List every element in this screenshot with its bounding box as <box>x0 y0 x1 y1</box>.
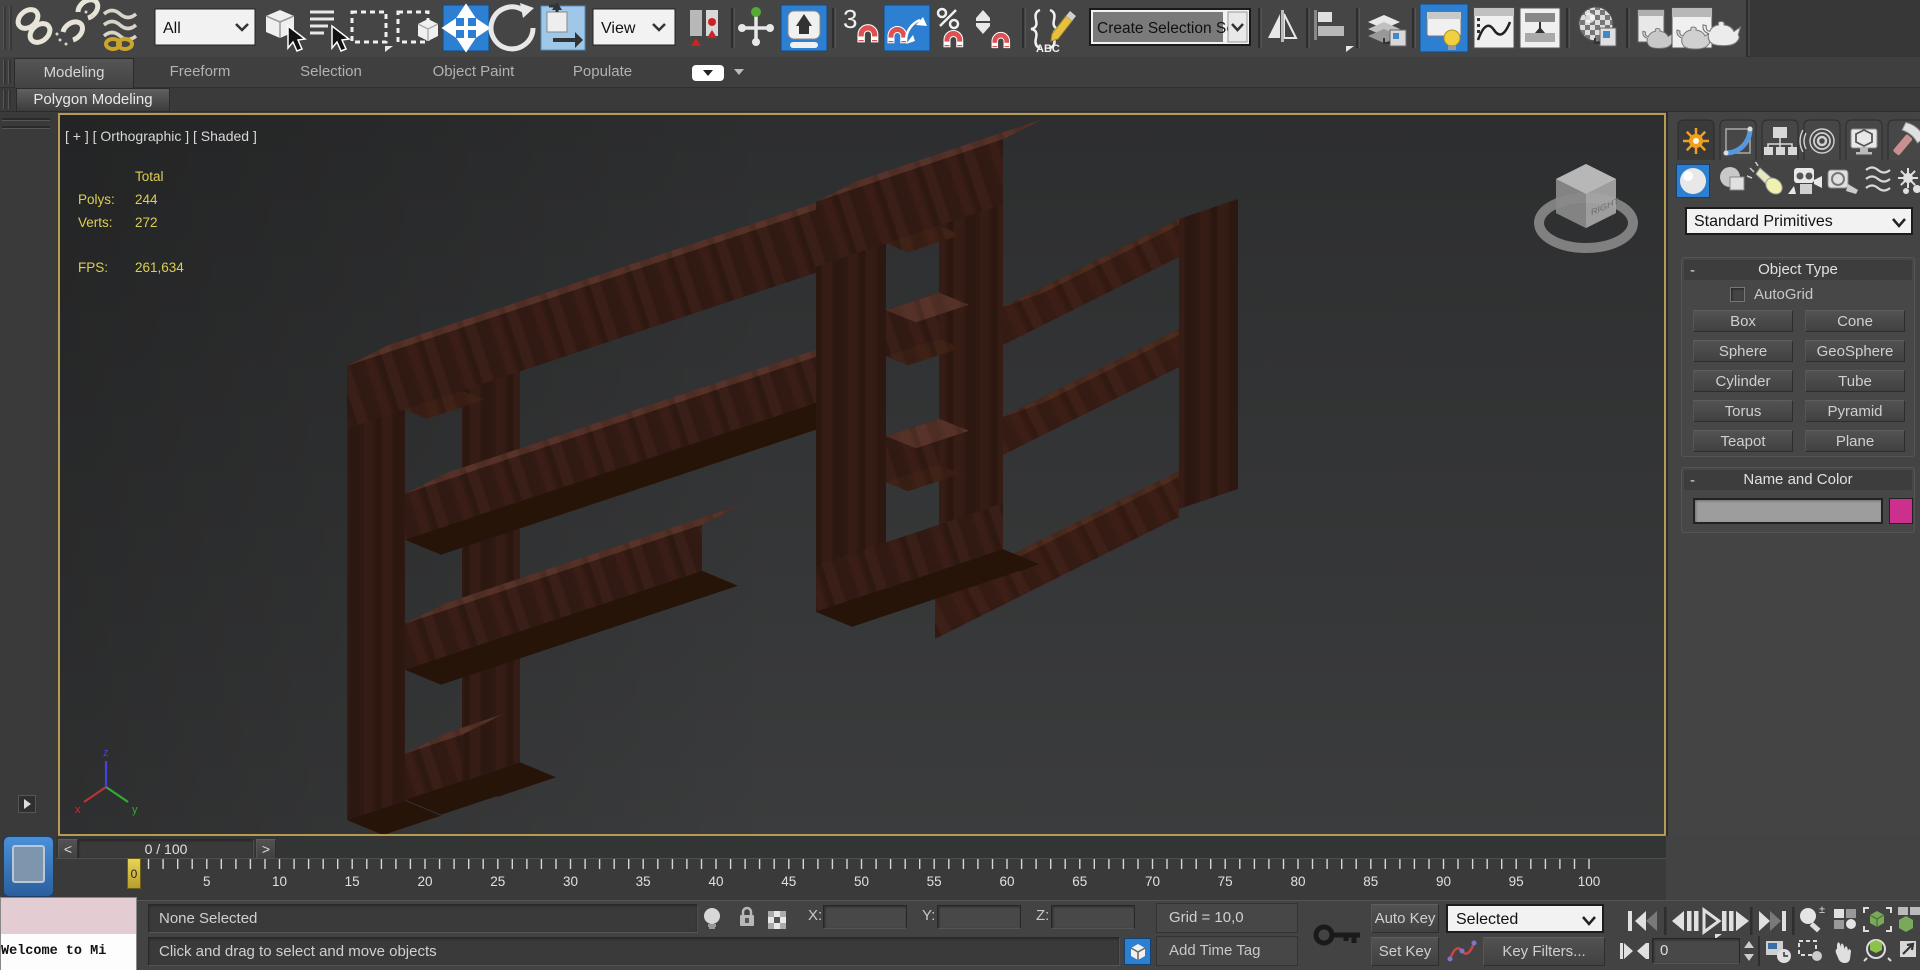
svg-text:244: 244 <box>135 192 158 207</box>
svg-text:35: 35 <box>636 874 651 889</box>
svg-text:15: 15 <box>345 874 360 889</box>
svg-text:60: 60 <box>999 874 1014 889</box>
svg-text:30: 30 <box>563 874 578 889</box>
svg-text:FPS:: FPS: <box>78 260 108 275</box>
svg-text:10: 10 <box>272 874 287 889</box>
svg-text:ABC: ABC <box>1036 43 1060 55</box>
svg-text:80: 80 <box>1290 874 1305 889</box>
svg-text:272: 272 <box>135 215 158 230</box>
svg-text:90: 90 <box>1436 874 1451 889</box>
svg-text:65: 65 <box>1072 874 1087 889</box>
svg-text:y: y <box>132 804 138 816</box>
svg-text:x: x <box>75 804 81 816</box>
svg-text:View: View <box>601 20 636 37</box>
svg-text:25: 25 <box>490 874 505 889</box>
svg-text:Create Selection Se: Create Selection Se <box>1097 20 1235 37</box>
svg-text:±: ± <box>1819 904 1825 916</box>
svg-text:3: 3 <box>843 4 857 34</box>
svg-text:45: 45 <box>781 874 796 889</box>
svg-text:55: 55 <box>927 874 942 889</box>
svg-text:75: 75 <box>1218 874 1233 889</box>
svg-text:50: 50 <box>854 874 869 889</box>
svg-text:20: 20 <box>417 874 432 889</box>
svg-text:[ + ] [ Orthographic ] [ Shade: [ + ] [ Orthographic ] [ Shaded ] <box>65 128 257 144</box>
svg-text:5: 5 <box>203 874 211 889</box>
svg-text:95: 95 <box>1509 874 1524 889</box>
svg-text:Verts:: Verts: <box>78 215 113 230</box>
svg-text:All: All <box>163 20 181 37</box>
svg-text:100: 100 <box>1578 874 1601 889</box>
svg-text:Polys:: Polys: <box>78 192 115 207</box>
svg-text:40: 40 <box>708 874 723 889</box>
svg-text:z: z <box>103 747 109 759</box>
svg-text:85: 85 <box>1363 874 1378 889</box>
svg-text:261,634: 261,634 <box>135 260 184 275</box>
svg-text:Total: Total <box>135 169 164 184</box>
svg-text:70: 70 <box>1145 874 1160 889</box>
